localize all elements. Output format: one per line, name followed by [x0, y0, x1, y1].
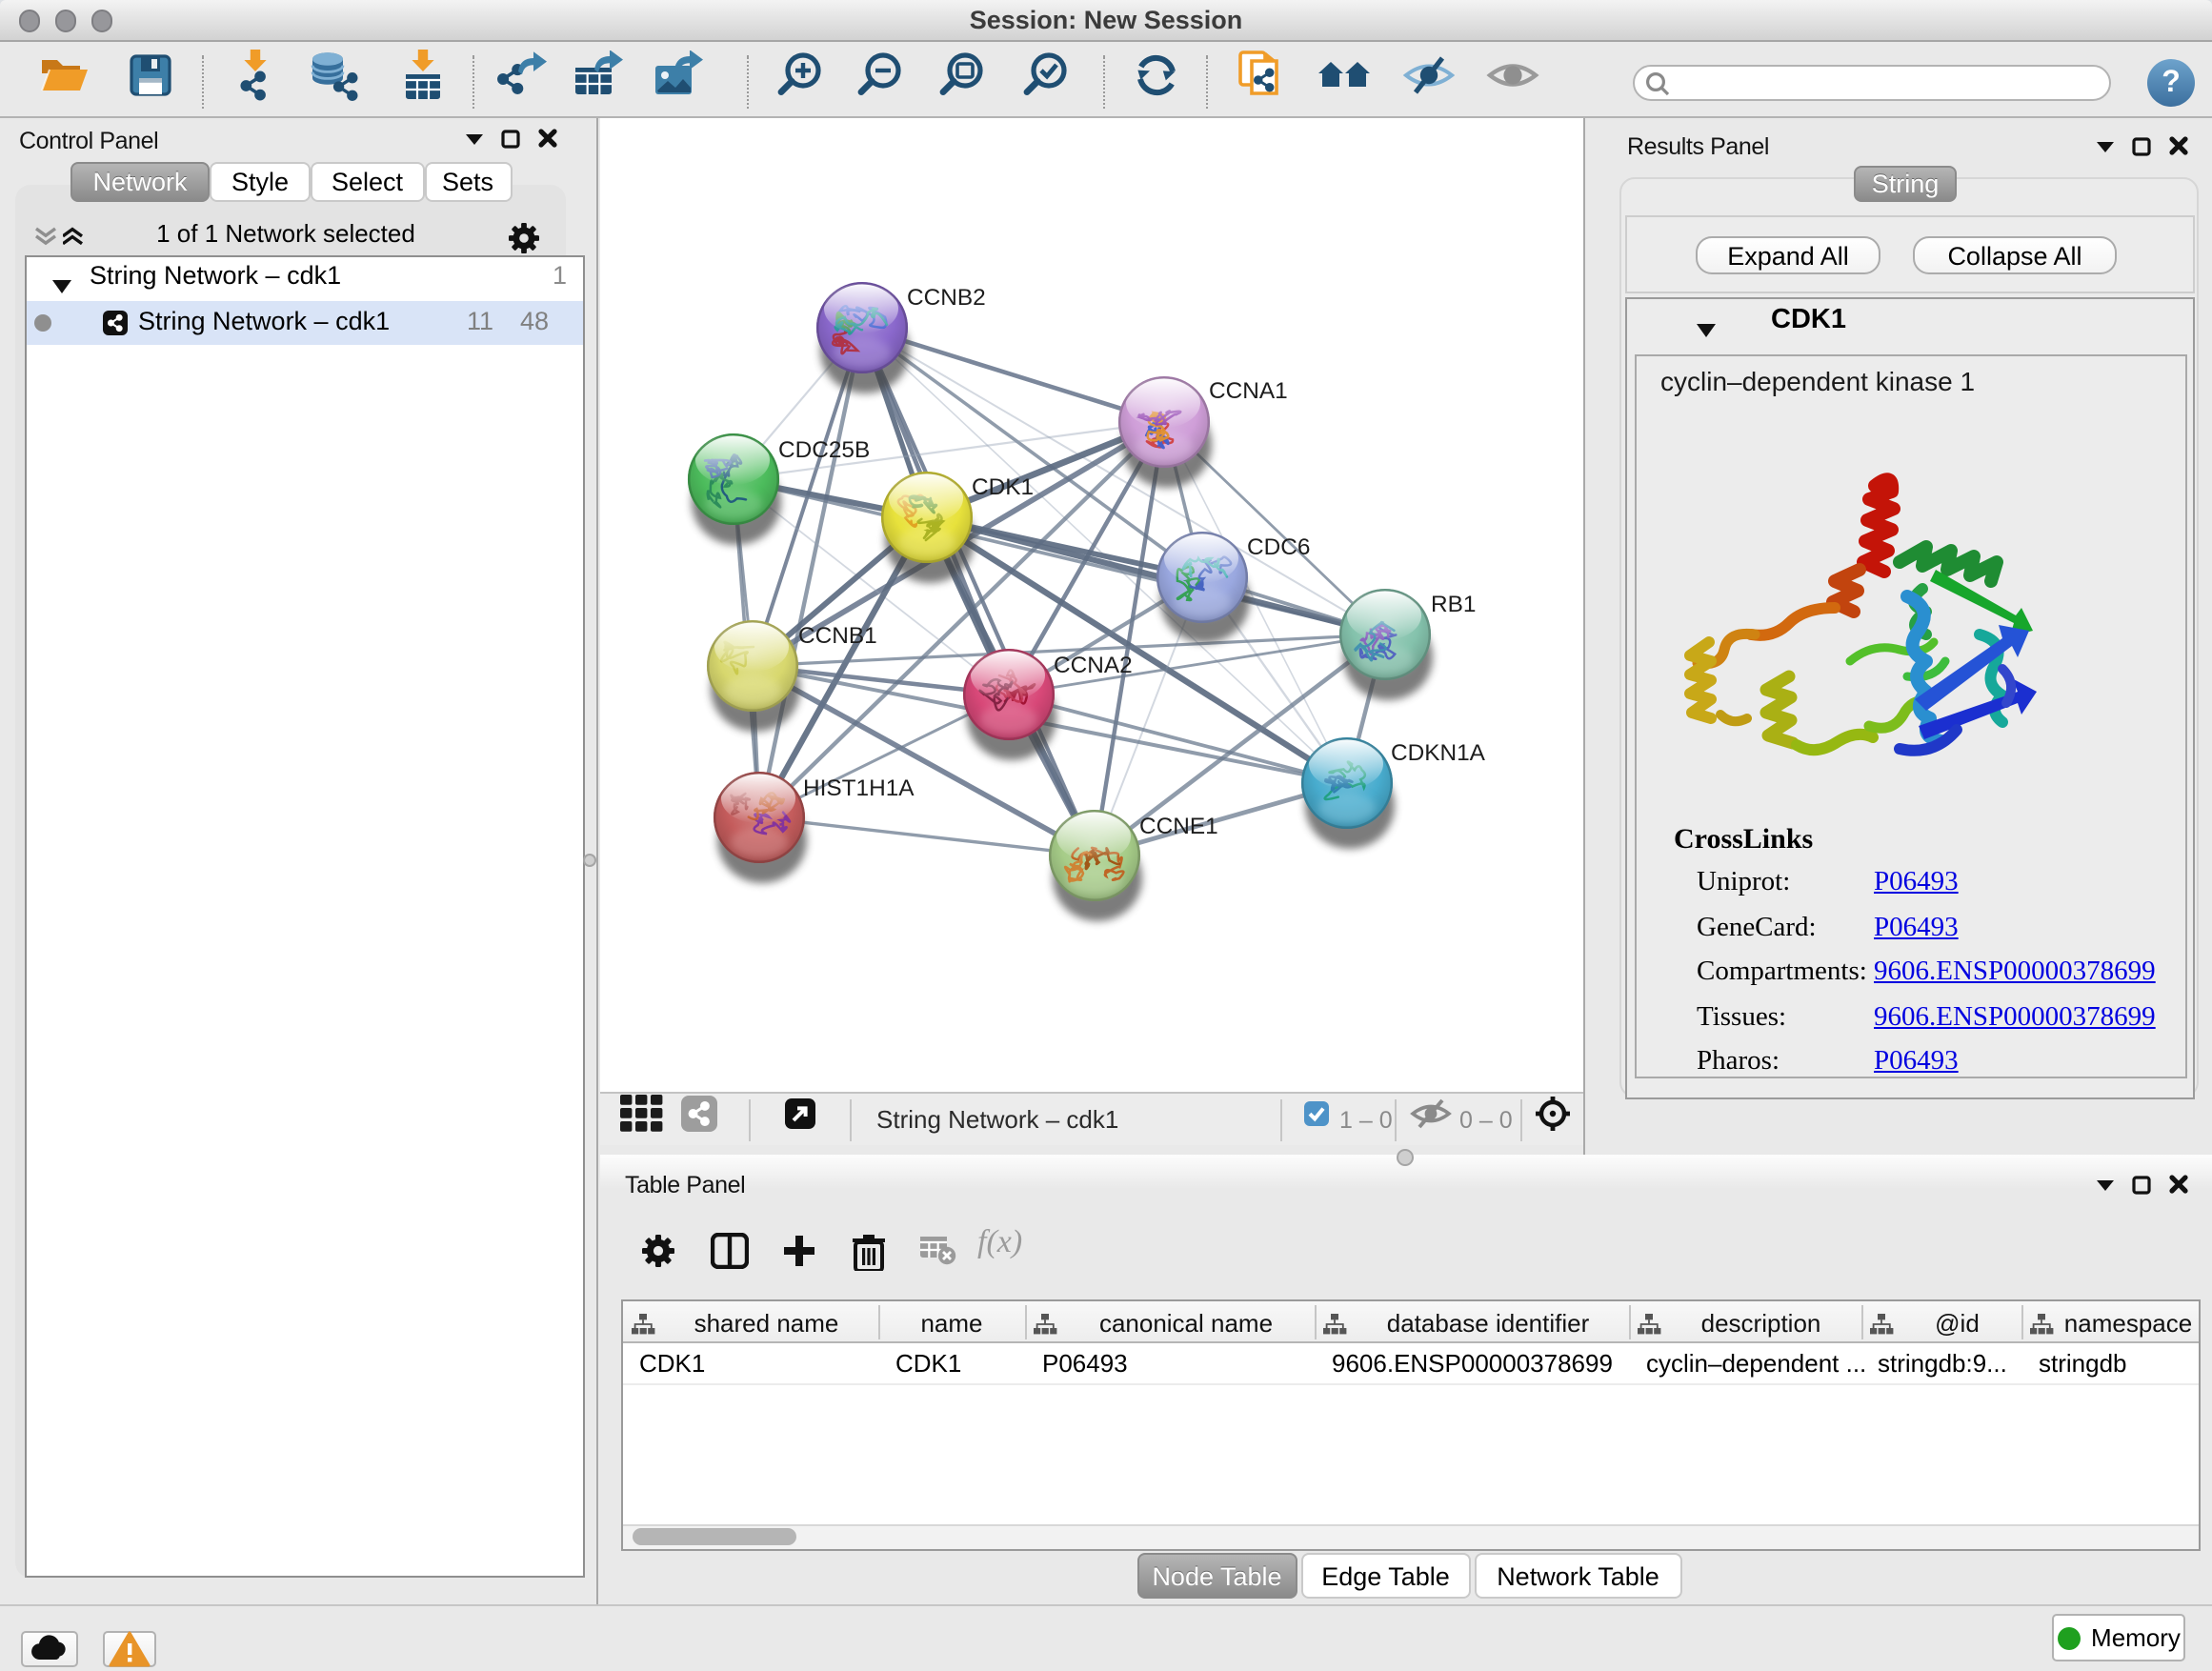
svg-text:RB1: RB1 [1431, 592, 1476, 617]
svg-text:CCNA2: CCNA2 [1054, 653, 1133, 678]
svg-text:CCNB1: CCNB1 [798, 623, 877, 649]
svg-text:CCNA1: CCNA1 [1209, 378, 1288, 404]
svg-text:HIST1H1A: HIST1H1A [803, 775, 915, 801]
svg-text:CDC6: CDC6 [1247, 534, 1310, 560]
svg-text:CDK1: CDK1 [972, 474, 1034, 500]
svg-text:CCNB2: CCNB2 [907, 285, 986, 311]
svg-text:CCNE1: CCNE1 [1139, 814, 1218, 839]
svg-text:CDKN1A: CDKN1A [1391, 740, 1486, 766]
svg-text:CDC25B: CDC25B [778, 437, 870, 463]
